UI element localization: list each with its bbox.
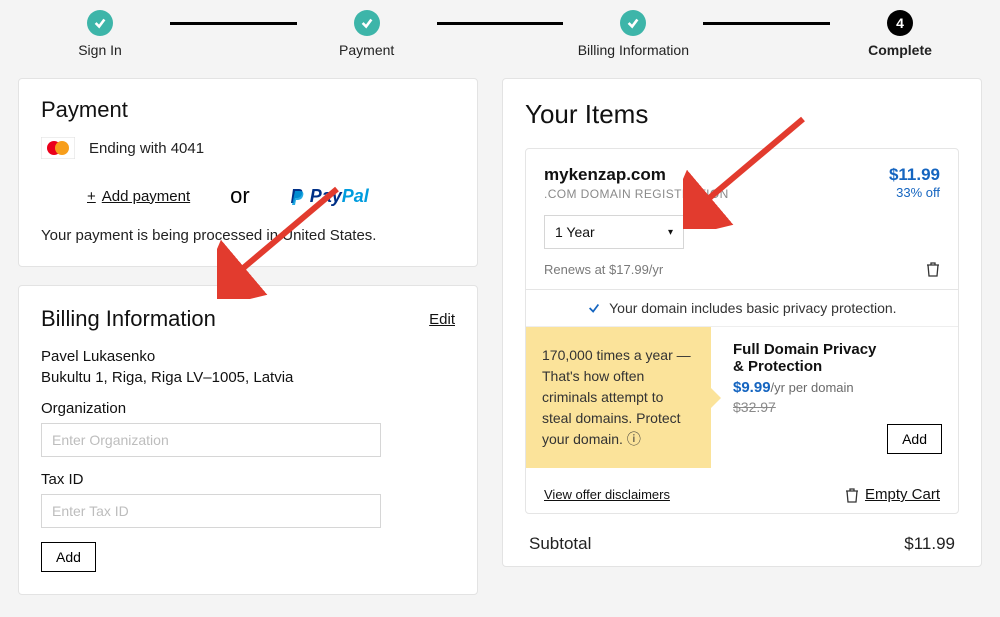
add-billing-button[interactable]: Add	[41, 542, 96, 572]
upsell-row: 170,000 times a year — That's how often …	[526, 326, 958, 468]
upsell-pitch: 170,000 times a year — That's how often …	[526, 327, 711, 468]
edit-billing-link[interactable]: Edit	[429, 311, 455, 328]
upsell-period: /yr per domain	[771, 380, 854, 395]
step-label: Payment	[339, 42, 394, 58]
domain-discount: 33% off	[889, 185, 940, 200]
step-connector	[437, 22, 564, 25]
upsell-title: Full Domain Privacy & Protection	[733, 341, 887, 375]
step-connector	[170, 22, 297, 25]
billing-address: Bukultu 1, Riga, Riga LV–1005, Latvia	[41, 369, 455, 386]
checkmark-icon	[354, 10, 380, 36]
paypal-text-pal: Pal	[342, 186, 369, 207]
step-billing: Billing Information	[563, 10, 703, 58]
items-heading: Your Items	[525, 99, 959, 130]
organization-label: Organization	[41, 400, 455, 417]
subtotal-value: $11.99	[904, 534, 955, 554]
checkmark-icon	[620, 10, 646, 36]
payment-section: Payment Ending with 4041 + Add payment o…	[18, 78, 478, 267]
domain-desc: .COM Domain Registration	[544, 187, 729, 201]
paypal-button[interactable]: PayPal	[290, 186, 369, 207]
checkout-stepper: Sign In Payment Billing Information 4 Co…	[0, 0, 1000, 58]
step-label: Sign In	[78, 42, 122, 58]
taxid-input[interactable]	[41, 494, 381, 528]
billing-heading: Billing Information	[41, 306, 216, 332]
disclaimer-link[interactable]: View offer disclaimers	[544, 487, 670, 502]
card-ending-text: Ending with 4041	[89, 140, 204, 157]
taxid-label: Tax ID	[41, 471, 455, 488]
cart-item: mykenzap.com .COM Domain Registration $1…	[525, 148, 959, 514]
step-connector	[703, 22, 830, 25]
privacy-banner: Your domain includes basic privacy prote…	[526, 289, 958, 326]
step-signin: Sign In	[30, 10, 170, 58]
domain-name: mykenzap.com	[544, 165, 729, 185]
step-label: Complete	[868, 42, 932, 58]
step-payment: Payment	[297, 10, 437, 58]
organization-input[interactable]	[41, 423, 381, 457]
renews-text: Renews at $17.99/yr	[544, 262, 663, 277]
items-section: Your Items mykenzap.com .COM Domain Regi…	[502, 78, 982, 567]
domain-price: $11.99	[889, 165, 940, 185]
plus-icon: +	[87, 188, 96, 205]
trash-icon[interactable]	[926, 261, 940, 277]
billing-name: Pavel Lukasenko	[41, 348, 455, 365]
term-select[interactable]: 1 Year ▾	[544, 215, 684, 249]
billing-section: Billing Information Edit Pavel Lukasenko…	[18, 285, 478, 595]
payment-heading: Payment	[41, 97, 455, 123]
empty-cart-link[interactable]: Empty Cart	[845, 486, 940, 503]
subtotal-row: Subtotal $11.99	[525, 514, 959, 554]
paypal-icon	[290, 187, 306, 205]
add-payment-label: Add payment	[102, 188, 190, 205]
checkmark-icon	[87, 10, 113, 36]
or-separator: or	[230, 183, 250, 209]
subtotal-label: Subtotal	[529, 534, 591, 554]
add-payment-link[interactable]: + Add payment	[87, 188, 190, 205]
processed-in-text: Your payment is being processed in Unite…	[41, 227, 455, 244]
saved-card-row: Ending with 4041	[41, 137, 455, 159]
paypal-text-pay: Pay	[310, 186, 342, 207]
upsell-original-price: $32.97	[733, 399, 887, 415]
trash-icon	[845, 487, 859, 503]
step-number: 4	[887, 10, 913, 36]
checkmark-icon	[587, 301, 601, 315]
step-label: Billing Information	[578, 42, 689, 58]
add-upsell-button[interactable]: Add	[887, 424, 942, 454]
term-selected-label: 1 Year	[555, 224, 595, 240]
mastercard-icon	[41, 137, 75, 159]
empty-cart-label: Empty Cart	[865, 486, 940, 503]
chevron-down-icon: ▾	[668, 227, 673, 238]
upsell-price: $9.99	[733, 379, 771, 396]
privacy-note-text: Your domain includes basic privacy prote…	[609, 300, 896, 316]
step-complete: 4 Complete	[830, 10, 970, 58]
